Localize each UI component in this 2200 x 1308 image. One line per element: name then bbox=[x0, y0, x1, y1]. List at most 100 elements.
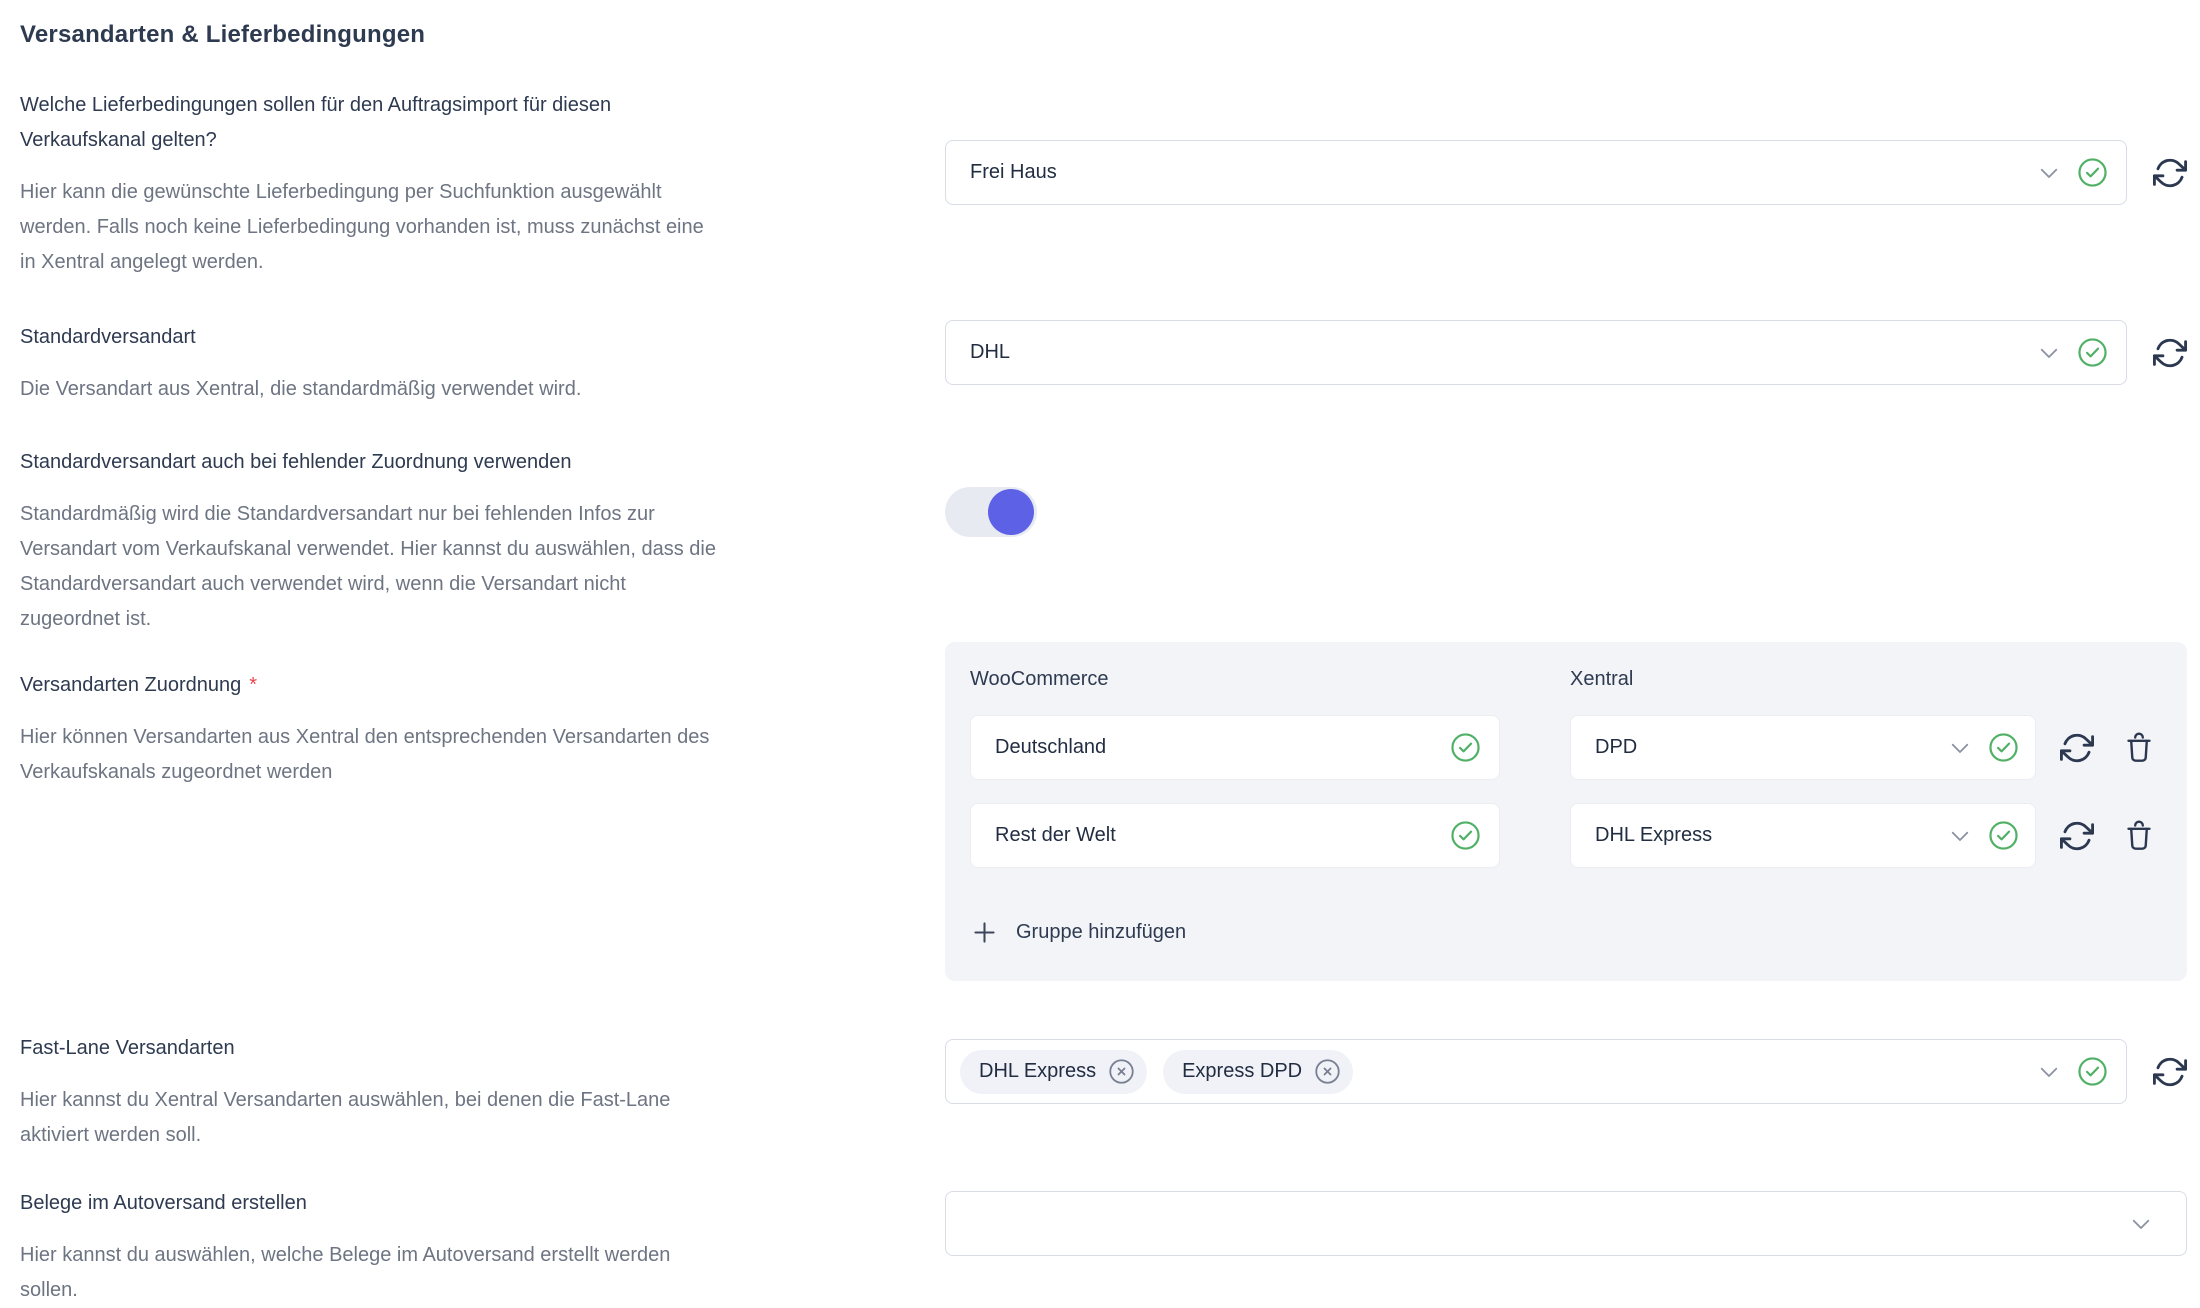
shipping-mapping-group: Versandarten Zuordnung * Hier können Vers… bbox=[20, 642, 2200, 981]
delete-row-button[interactable] bbox=[2122, 819, 2156, 853]
fast-lane-description: Hier kannst du Xentral Versandarten ausw… bbox=[20, 1083, 885, 1153]
shipping-settings-page: Versandarten & Lieferbedingungen Welche … bbox=[0, 0, 2200, 1305]
valid-check-icon bbox=[1988, 732, 2019, 763]
mapping-source-value: Deutschland bbox=[995, 736, 1450, 759]
valid-check-icon bbox=[1450, 732, 1481, 763]
select-trailing-icons bbox=[1945, 820, 2019, 851]
trash-icon bbox=[2122, 819, 2156, 853]
fallback-toggle-label: Standardversandart auch bei fehlender Zu… bbox=[20, 445, 885, 480]
refresh-icon bbox=[2153, 336, 2187, 370]
auto-documents-control bbox=[945, 1186, 2187, 1256]
chevron-down-icon bbox=[2034, 158, 2064, 188]
refresh-button[interactable] bbox=[2060, 819, 2094, 853]
fallback-toggle-control bbox=[945, 445, 2187, 537]
refresh-icon bbox=[2060, 731, 2094, 765]
remove-tag-button[interactable] bbox=[1107, 1057, 1136, 1086]
refresh-icon bbox=[2060, 819, 2094, 853]
shipping-mapping-label: Versandarten Zuordnung * bbox=[20, 668, 885, 703]
valid-check-icon bbox=[1988, 820, 2019, 851]
select-trailing-icons bbox=[2034, 337, 2108, 368]
chevron-down-icon bbox=[2034, 1057, 2064, 1087]
default-shipping-text: Standardversandart Die Versandart aus Xe… bbox=[20, 320, 945, 407]
chevron-down-icon bbox=[1945, 733, 1975, 763]
remove-circle-icon bbox=[1107, 1057, 1136, 1086]
auto-documents-select[interactable] bbox=[945, 1191, 2187, 1256]
mapping-target-value: DPD bbox=[1595, 736, 1945, 759]
mapping-column-headers: WooCommerce Xentral bbox=[970, 666, 2162, 692]
shipping-mapping-label-text: Versandarten Zuordnung bbox=[20, 674, 241, 696]
toggle-knob bbox=[988, 489, 1034, 535]
delivery-terms-label: Welche Lieferbedingungen sollen für den … bbox=[20, 88, 885, 158]
fallback-toggle-group: Standardversandart auch bei fehlender Zu… bbox=[20, 445, 2200, 637]
delivery-terms-group: Welche Lieferbedingungen sollen für den … bbox=[20, 88, 2200, 280]
add-group-label: Gruppe hinzufügen bbox=[1016, 921, 1186, 944]
shipping-mapping-control: WooCommerce Xentral Deutschland DPD bbox=[945, 642, 2187, 981]
fast-lane-label: Fast-Lane Versandarten bbox=[20, 1031, 885, 1066]
refresh-button[interactable] bbox=[2153, 156, 2187, 190]
add-group-button[interactable]: Gruppe hinzufügen bbox=[970, 918, 1186, 947]
tag-label: Express DPD bbox=[1182, 1060, 1302, 1083]
page-title: Versandarten & Lieferbedingungen bbox=[20, 20, 2200, 49]
mapping-target: DHL Express bbox=[1570, 803, 2162, 868]
select-trailing-icons bbox=[2034, 1056, 2108, 1087]
valid-check-icon bbox=[1450, 820, 1481, 851]
mapping-source-field[interactable]: Deutschland bbox=[970, 715, 1500, 780]
required-asterisk: * bbox=[249, 674, 257, 696]
select-trailing-icons bbox=[1945, 732, 2019, 763]
refresh-icon bbox=[2153, 1055, 2187, 1089]
delivery-terms-text: Welche Lieferbedingungen sollen für den … bbox=[20, 88, 945, 280]
default-shipping-value: DHL bbox=[970, 341, 2034, 364]
fast-lane-control: DHL Express Express DPD bbox=[945, 1031, 2187, 1104]
shipping-mapping-panel: WooCommerce Xentral Deutschland DPD bbox=[945, 642, 2187, 981]
mapping-target-select[interactable]: DPD bbox=[1570, 715, 2036, 780]
default-shipping-description: Die Versandart aus Xentral, die standard… bbox=[20, 372, 885, 407]
tag-chip: DHL Express bbox=[960, 1050, 1147, 1094]
mapping-row: Deutschland DPD bbox=[970, 715, 2162, 780]
plus-icon bbox=[970, 918, 999, 947]
valid-check-icon bbox=[2077, 1056, 2108, 1087]
chevron-down-icon bbox=[2034, 338, 2064, 368]
refresh-button[interactable] bbox=[2060, 731, 2094, 765]
shipping-mapping-text: Versandarten Zuordnung * Hier können Vers… bbox=[20, 642, 945, 790]
refresh-button[interactable] bbox=[2153, 1055, 2187, 1089]
auto-documents-text: Belege im Autoversand erstellen Hier kan… bbox=[20, 1186, 945, 1308]
fallback-toggle-description: Standardmäßig wird die Standardversandar… bbox=[20, 497, 885, 637]
remove-circle-icon bbox=[1313, 1057, 1342, 1086]
delivery-terms-description: Hier kann die gewünschte Lieferbedingung… bbox=[20, 175, 885, 280]
fallback-toggle-switch[interactable] bbox=[945, 487, 1037, 537]
valid-check-icon bbox=[2077, 157, 2108, 188]
auto-documents-group: Belege im Autoversand erstellen Hier kan… bbox=[20, 1186, 2200, 1308]
fallback-toggle-text: Standardversandart auch bei fehlender Zu… bbox=[20, 445, 945, 637]
selected-tags: DHL Express Express DPD bbox=[960, 1050, 2034, 1094]
mapping-target: DPD bbox=[1570, 715, 2162, 780]
auto-documents-label: Belege im Autoversand erstellen bbox=[20, 1186, 885, 1221]
chevron-down-icon bbox=[2126, 1209, 2156, 1239]
delivery-terms-control: Frei Haus bbox=[945, 88, 2187, 205]
tag-chip: Express DPD bbox=[1163, 1050, 1353, 1094]
default-shipping-group: Standardversandart Die Versandart aus Xe… bbox=[20, 320, 2200, 407]
mapping-row: Rest der Welt DHL Express bbox=[970, 803, 2162, 868]
valid-check-icon bbox=[2077, 337, 2108, 368]
select-trailing-icons bbox=[2034, 157, 2108, 188]
fast-lane-text: Fast-Lane Versandarten Hier kannst du Xe… bbox=[20, 1031, 945, 1153]
column-header-woocommerce: WooCommerce bbox=[970, 666, 1500, 692]
default-shipping-control: DHL bbox=[945, 320, 2187, 385]
chevron-down-icon bbox=[1945, 821, 1975, 851]
fast-lane-multiselect[interactable]: DHL Express Express DPD bbox=[945, 1039, 2127, 1104]
delivery-terms-value: Frei Haus bbox=[970, 161, 2034, 184]
default-shipping-select[interactable]: DHL bbox=[945, 320, 2127, 385]
default-shipping-label: Standardversandart bbox=[20, 320, 885, 355]
shipping-mapping-description: Hier können Versandarten aus Xentral den… bbox=[20, 720, 885, 790]
fast-lane-group: Fast-Lane Versandarten Hier kannst du Xe… bbox=[20, 1031, 2200, 1153]
auto-documents-description: Hier kannst du auswählen, welche Belege … bbox=[20, 1238, 885, 1308]
refresh-button[interactable] bbox=[2153, 336, 2187, 370]
tag-label: DHL Express bbox=[979, 1060, 1096, 1083]
delivery-terms-select[interactable]: Frei Haus bbox=[945, 140, 2127, 205]
mapping-source-field[interactable]: Rest der Welt bbox=[970, 803, 1500, 868]
remove-tag-button[interactable] bbox=[1313, 1057, 1342, 1086]
mapping-target-value: DHL Express bbox=[1595, 824, 1945, 847]
refresh-icon bbox=[2153, 156, 2187, 190]
delete-row-button[interactable] bbox=[2122, 731, 2156, 765]
mapping-target-select[interactable]: DHL Express bbox=[1570, 803, 2036, 868]
column-header-xentral: Xentral bbox=[1570, 666, 2162, 692]
